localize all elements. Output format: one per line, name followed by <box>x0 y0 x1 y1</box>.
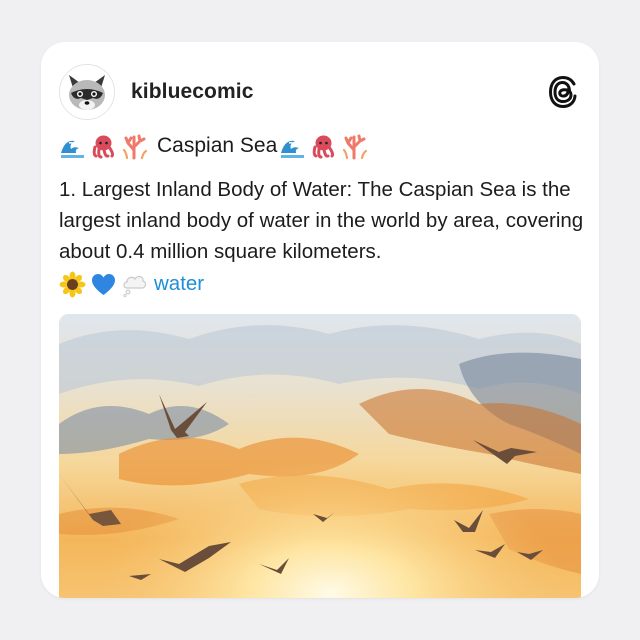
watercolor-sunset-seagulls-image[interactable] <box>59 314 581 598</box>
coral-emoji-icon <box>341 133 368 160</box>
post-card: kibluecomic Caspian Sea 1. Largest Inlan… <box>41 42 599 598</box>
raccoon-avatar-icon <box>60 65 114 119</box>
post-title-line: Caspian Sea <box>59 130 581 162</box>
octopus-emoji-icon <box>90 133 117 160</box>
thought-bubble-emoji-icon <box>121 271 148 298</box>
wave-emoji-icon <box>59 133 86 160</box>
octopus-emoji-icon <box>310 133 337 160</box>
post-body-text: 1. Largest Inland Body of Water: The Cas… <box>59 178 584 263</box>
post-header: kibluecomic <box>59 64 581 120</box>
wave-emoji-icon <box>279 133 306 160</box>
avatar[interactable] <box>59 64 115 120</box>
blue-heart-emoji-icon <box>90 271 117 298</box>
username[interactable]: kibluecomic <box>131 80 253 104</box>
hashtag-link[interactable]: water <box>154 272 204 296</box>
threads-logo-icon[interactable] <box>547 75 579 109</box>
coral-emoji-icon <box>121 133 148 160</box>
sunflower-emoji-icon <box>59 271 86 298</box>
post-title: Caspian Sea <box>157 134 278 157</box>
post-tags-line: water <box>59 268 204 300</box>
